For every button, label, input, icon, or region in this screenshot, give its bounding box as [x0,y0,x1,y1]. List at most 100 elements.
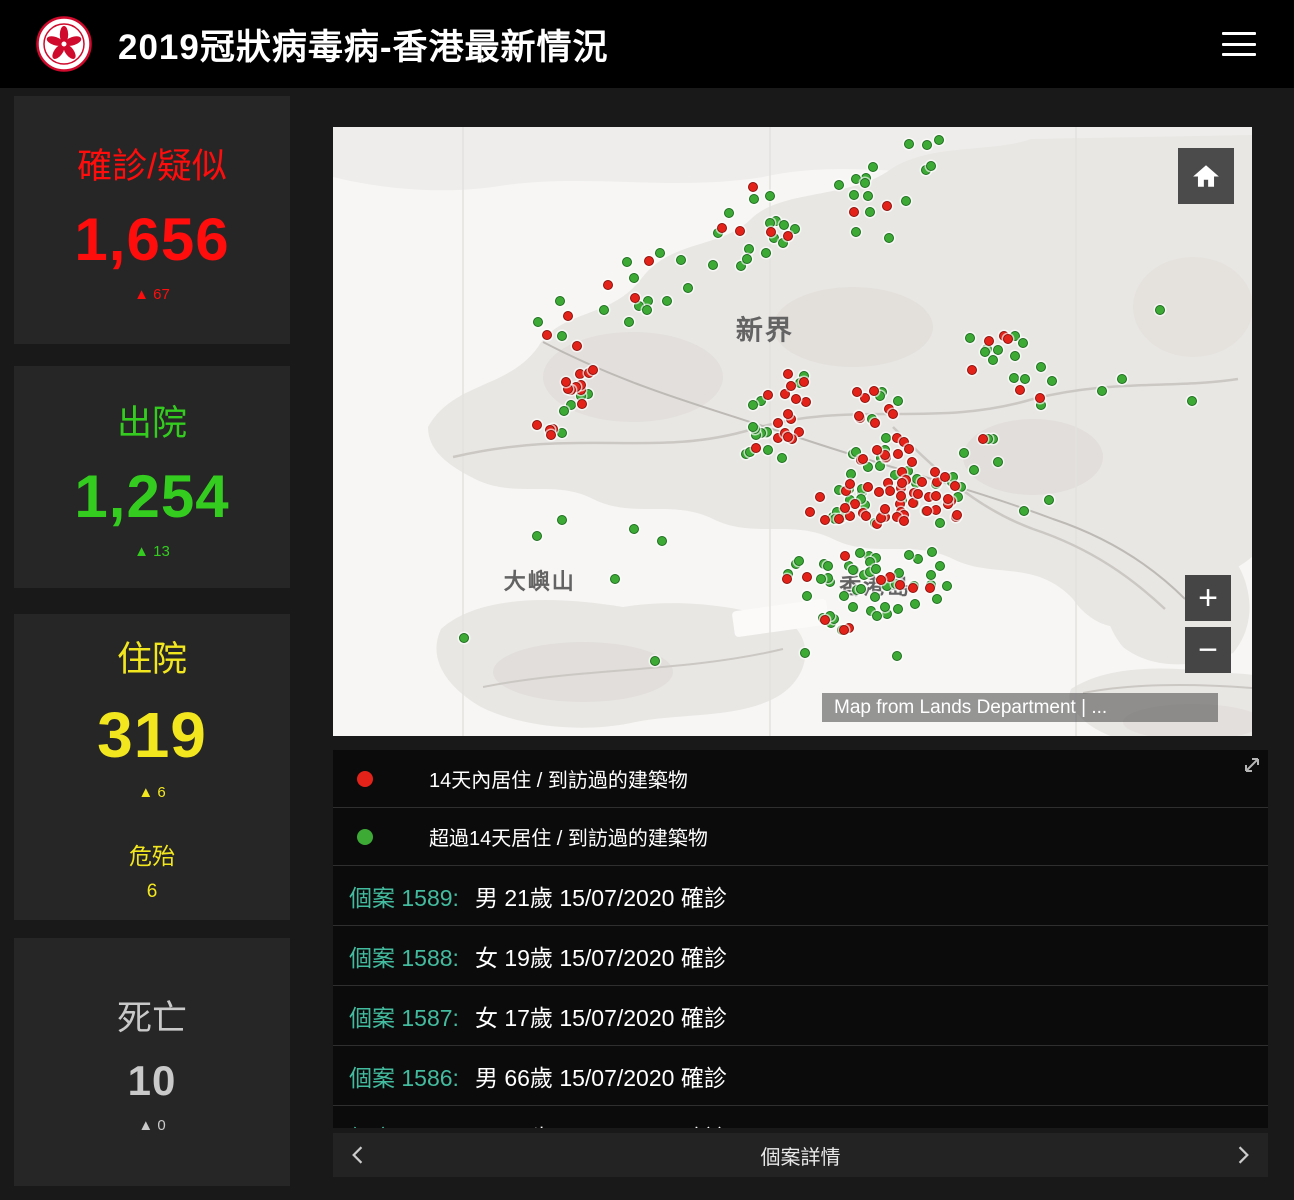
case-location-dot-red[interactable] [899,516,909,526]
case-location-dot-green[interactable] [863,462,873,472]
case-location-dot-green[interactable] [892,651,902,661]
case-location-dot-red[interactable] [950,481,960,491]
case-location-dot-red[interactable] [630,293,640,303]
case-location-dot-green[interactable] [724,208,734,218]
case-location-dot-red[interactable] [840,503,850,513]
case-location-dot-red[interactable] [1035,393,1045,403]
case-location-dot-red[interactable] [783,409,793,419]
case-location-dot-red[interactable] [820,615,830,625]
prev-page-button[interactable] [335,1133,379,1177]
case-location-dot-red[interactable] [913,489,923,499]
case-location-dot-green[interactable] [802,591,812,601]
case-location-dot-green[interactable] [823,561,833,571]
case-location-dot-red[interactable] [931,491,941,501]
case-location-dot-green[interactable] [849,190,859,200]
case-location-dot-green[interactable] [683,283,693,293]
case-location-dot-green[interactable] [629,524,639,534]
case-location-dot-green[interactable] [848,565,858,575]
case-location-dot-red[interactable] [872,445,882,455]
case-location-dot-red[interactable] [717,223,727,233]
case-location-dot-red[interactable] [888,409,898,419]
case-location-dot-green[interactable] [532,531,542,541]
case-location-dot-red[interactable] [882,201,892,211]
case-id-link[interactable]: 個案 1589: [349,879,459,913]
case-location-dot-red[interactable] [849,207,859,217]
case-location-dot-green[interactable] [922,140,932,150]
case-location-dot-green[interactable] [839,591,849,601]
case-location-dot-green[interactable] [459,633,469,643]
case-location-dot-red[interactable] [786,381,796,391]
case-location-dot-green[interactable] [533,317,543,327]
case-location-dot-red[interactable] [874,487,884,497]
case-location-dot-green[interactable] [969,465,979,475]
case-location-dot-red[interactable] [546,430,556,440]
case-location-dot-green[interactable] [993,345,1003,355]
case-location-dot-green[interactable] [934,135,944,145]
case-location-dot-red[interactable] [858,454,868,464]
case-location-dot-red[interactable] [870,418,880,428]
case-location-dot-red[interactable] [984,336,994,346]
case-location-dot-green[interactable] [624,317,634,327]
case-location-dot-green[interactable] [749,194,759,204]
case-location-dot-green[interactable] [901,196,911,206]
case-location-dot-red[interactable] [854,411,864,421]
case-location-dot-green[interactable] [1187,396,1197,406]
case-location-dot-red[interactable] [783,231,793,241]
case-location-dot-green[interactable] [655,248,665,258]
case-location-dot-red[interactable] [820,515,830,525]
case-location-dot-green[interactable] [1018,338,1028,348]
case-location-dot-red[interactable] [748,182,758,192]
case-location-dot-green[interactable] [856,584,866,594]
case-location-dot-green[interactable] [657,536,667,546]
map[interactable]: 新界大嶼山香港島 + − Map from Lands Department |… [333,127,1252,736]
case-location-dot-green[interactable] [988,355,998,365]
case-location-dot-green[interactable] [555,296,565,306]
case-location-dot-green[interactable] [642,305,652,315]
case-location-dot-green[interactable] [870,592,880,602]
case-location-dot-red[interactable] [952,510,962,520]
case-id-link[interactable]: 個案 1588: [349,939,459,973]
case-location-dot-green[interactable] [662,296,672,306]
case-location-dot-red[interactable] [852,387,862,397]
case-location-dot-green[interactable] [742,254,752,264]
case-location-dot-green[interactable] [794,556,804,566]
case-location-dot-red[interactable] [783,369,793,379]
home-extent-button[interactable] [1178,148,1234,204]
case-location-dot-red[interactable] [897,478,907,488]
case-location-dot-green[interactable] [893,604,903,614]
menu-hamburger-icon[interactable] [1222,32,1256,56]
case-list-item[interactable]: 個案 1588: 女 19歲 15/07/2020 確診 [333,926,1268,986]
case-location-dot-green[interactable] [761,248,771,258]
case-location-dot-red[interactable] [791,394,801,404]
next-page-button[interactable] [1222,1133,1266,1177]
case-location-dot-green[interactable] [904,139,914,149]
case-location-dot-red[interactable] [930,467,940,477]
case-location-dot-red[interactable] [840,551,850,561]
case-location-dot-green[interactable] [860,178,870,188]
case-list-item[interactable]: 個案 1587: 女 17歲 15/07/2020 確診 [333,986,1268,1046]
case-location-dot-red[interactable] [782,574,792,584]
case-location-dot-red[interactable] [940,472,950,482]
case-location-dot-green[interactable] [744,244,754,254]
case-id-link[interactable]: 個案 1587: [349,999,459,1033]
case-location-dot-red[interactable] [799,377,809,387]
case-location-dot-green[interactable] [926,161,936,171]
case-location-dot-red[interactable] [943,494,953,504]
case-location-dot-green[interactable] [1019,506,1029,516]
case-location-dot-red[interactable] [861,511,871,521]
case-location-dot-red[interactable] [563,311,573,321]
case-location-dot-red[interactable] [904,444,914,454]
zoom-out-button[interactable]: − [1185,627,1231,673]
case-location-dot-red[interactable] [735,226,745,236]
case-location-dot-green[interactable] [935,518,945,528]
case-location-dot-red[interactable] [845,479,855,489]
case-location-dot-green[interactable] [868,162,878,172]
case-location-dot-red[interactable] [895,580,905,590]
case-location-dot-green[interactable] [884,233,894,243]
case-location-dot-green[interactable] [980,347,990,357]
case-location-dot-green[interactable] [1044,495,1054,505]
case-location-dot-green[interactable] [650,656,660,666]
case-location-dot-red[interactable] [802,572,812,582]
case-location-dot-red[interactable] [869,386,879,396]
case-location-dot-green[interactable] [1020,374,1030,384]
